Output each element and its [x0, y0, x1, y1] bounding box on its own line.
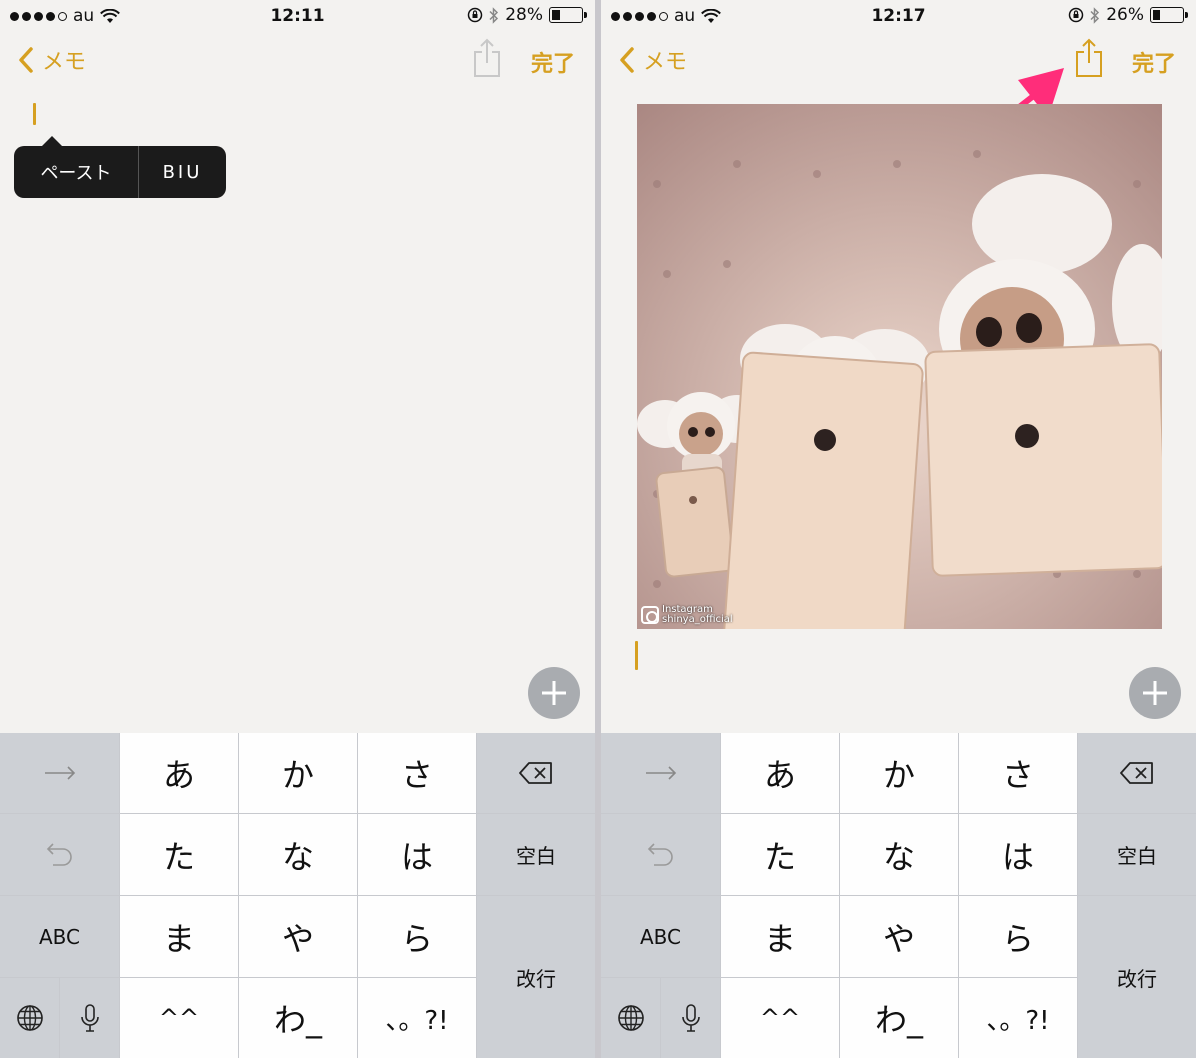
key-ya[interactable]: や — [239, 896, 357, 977]
key-a[interactable]: あ — [721, 733, 839, 813]
bluetooth-icon — [489, 6, 499, 24]
undo-icon — [46, 842, 72, 866]
key-delete[interactable] — [477, 733, 595, 813]
done-button[interactable]: 完了 — [1132, 46, 1176, 78]
key-undo[interactable] — [0, 814, 119, 895]
key-ma[interactable]: ま — [721, 896, 839, 977]
delete-icon — [519, 762, 552, 784]
status-right: 26% — [1068, 5, 1188, 25]
plus-icon — [1143, 681, 1167, 705]
back-label: メモ — [42, 50, 87, 75]
edit-menu: ペースト BIU — [14, 136, 226, 198]
keyboard: あ か さ た な は 空白 ABC ま や ら 改行 ^^ わ_ 、。?! — [0, 733, 595, 1058]
note-photo[interactable]: Instagram shinya_official — [637, 104, 1162, 629]
key-space[interactable]: 空白 — [477, 814, 595, 895]
back-button[interactable]: メモ — [619, 44, 687, 76]
key-undo[interactable] — [601, 814, 720, 895]
status-right: 28% — [467, 5, 587, 25]
key-mic[interactable] — [60, 978, 119, 1058]
key-delete[interactable] — [1078, 733, 1196, 813]
instagram-icon — [641, 606, 659, 624]
key-sa[interactable]: さ — [358, 733, 476, 813]
key-ta[interactable]: た — [120, 814, 238, 895]
mic-icon — [80, 1004, 99, 1032]
key-ha[interactable]: は — [959, 814, 1077, 895]
battery-icon — [1150, 7, 1188, 23]
key-ka[interactable]: か — [840, 733, 958, 813]
globe-icon — [16, 1005, 43, 1031]
back-label: メモ — [643, 50, 688, 75]
lock-rotation-icon — [1068, 7, 1084, 23]
key-emoticon[interactable]: ^^ — [721, 978, 839, 1058]
undo-icon — [647, 842, 673, 866]
key-na[interactable]: な — [840, 814, 958, 895]
plus-icon — [542, 681, 566, 705]
text-cursor — [635, 641, 638, 670]
mic-icon — [681, 1004, 700, 1032]
key-globe[interactable] — [0, 978, 59, 1058]
delete-icon — [1120, 762, 1153, 784]
key-next[interactable] — [0, 733, 119, 813]
key-globe[interactable] — [601, 978, 660, 1058]
arrow-right-icon — [44, 766, 75, 780]
key-mic[interactable] — [661, 978, 720, 1058]
key-sa[interactable]: さ — [959, 733, 1077, 813]
key-na[interactable]: な — [239, 814, 357, 895]
keyboard: あ か さ た な は 空白 ABC ま や ら 改行 ^^ わ_ 、。?! — [601, 733, 1196, 1058]
key-wa[interactable]: わ_ — [239, 978, 357, 1058]
battery-percent: 26% — [1106, 5, 1144, 25]
key-ma[interactable]: ま — [120, 896, 238, 977]
key-ha[interactable]: は — [358, 814, 476, 895]
arrow-right-icon — [645, 766, 676, 780]
instagram-caption: Instagram shinya_official — [641, 605, 733, 625]
globe-icon — [617, 1005, 644, 1031]
done-button[interactable]: 完了 — [531, 46, 575, 78]
chevron-left-icon — [19, 47, 33, 73]
key-return[interactable]: 改行 — [477, 896, 595, 1058]
key-abc[interactable]: ABC — [0, 896, 119, 977]
key-abc[interactable]: ABC — [601, 896, 720, 977]
key-space[interactable]: 空白 — [1078, 814, 1196, 895]
add-button[interactable] — [528, 667, 580, 719]
add-button[interactable] — [1129, 667, 1181, 719]
paste-button[interactable]: ペースト — [14, 146, 138, 198]
key-return[interactable]: 改行 — [1078, 896, 1196, 1058]
photo-image — [637, 104, 1162, 629]
key-ra[interactable]: ら — [358, 896, 476, 977]
lock-rotation-icon — [467, 7, 483, 23]
key-a[interactable]: あ — [120, 733, 238, 813]
share-icon[interactable] — [473, 38, 501, 78]
key-punctuation[interactable]: 、。?! — [358, 978, 476, 1058]
status-bar: au 12:11 28% — [0, 0, 595, 32]
left-screen: au 12:11 28% メモ 完了 ペースト BIU あ か さ た な は … — [0, 0, 595, 1058]
right-screen: au 12:17 26% メモ 完了 Instagram shinya_offi… — [601, 0, 1196, 1058]
key-emoticon[interactable]: ^^ — [120, 978, 238, 1058]
back-button[interactable]: メモ — [18, 44, 86, 76]
text-cursor — [33, 103, 36, 125]
battery-percent: 28% — [505, 5, 543, 25]
chevron-left-icon — [620, 47, 634, 73]
status-bar: au 12:17 26% — [601, 0, 1196, 32]
key-ka[interactable]: か — [239, 733, 357, 813]
key-next[interactable] — [601, 733, 720, 813]
key-ta[interactable]: た — [721, 814, 839, 895]
caption-line-2: shinya_official — [662, 614, 733, 625]
key-wa[interactable]: わ_ — [840, 978, 958, 1058]
key-punctuation[interactable]: 、。?! — [959, 978, 1077, 1058]
key-ya[interactable]: や — [840, 896, 958, 977]
share-icon[interactable] — [1075, 38, 1103, 78]
battery-icon — [549, 7, 587, 23]
format-button[interactable]: BIU — [139, 146, 226, 198]
key-ra[interactable]: ら — [959, 896, 1077, 977]
bluetooth-icon — [1090, 6, 1100, 24]
